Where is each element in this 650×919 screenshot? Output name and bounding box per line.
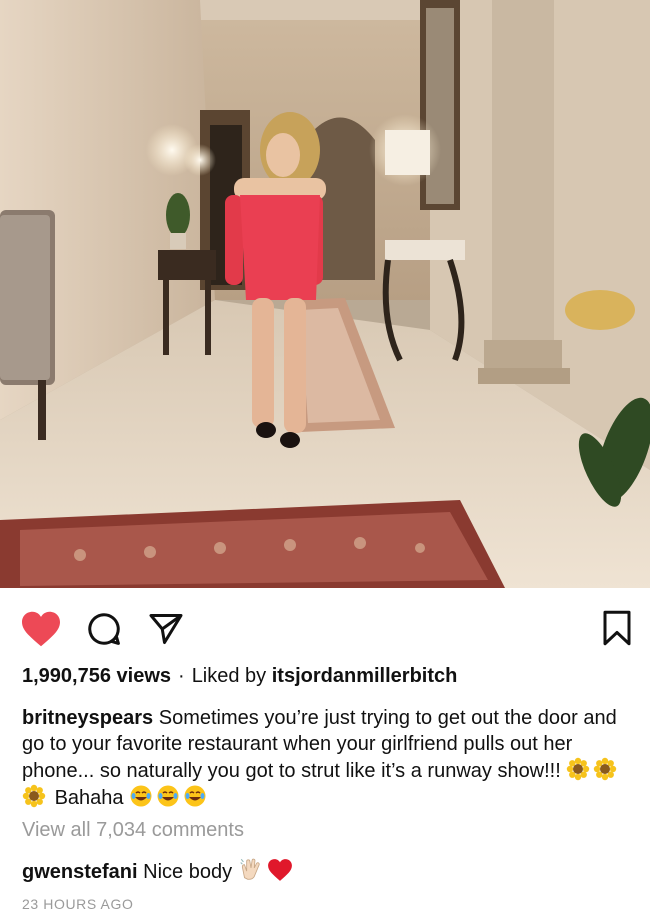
hallway-scene <box>0 0 650 588</box>
post-caption: britneyspears Sometimes you’re just tryi… <box>22 705 632 811</box>
tears-of-joy-icon <box>156 784 180 808</box>
tears-of-joy-icon <box>129 784 153 808</box>
sunflower-icon <box>22 784 46 808</box>
caption-bahaha: Bahaha <box>54 787 124 809</box>
post-timestamp: 23 HOURS AGO <box>22 896 134 912</box>
caption-username[interactable]: britneyspears <box>22 707 153 729</box>
tears-of-joy-icon <box>183 784 207 808</box>
liked-by-prefix: Liked by <box>191 665 267 687</box>
comment-icon[interactable] <box>86 611 122 647</box>
action-bar <box>0 600 650 656</box>
post-video[interactable] <box>0 0 650 588</box>
clapping-hands-icon <box>238 856 264 882</box>
views-line: 1,990,756 views · Liked by itsjordanmiller… <box>22 663 632 689</box>
comment-text: Nice body <box>143 861 233 883</box>
views-count[interactable]: 1,990,756 views <box>22 665 171 687</box>
comment-username[interactable]: gwenstefani <box>22 861 138 883</box>
comment-item: gwenstefani Nice body <box>22 856 632 886</box>
separator-dot: · <box>178 665 185 687</box>
sunflower-icon <box>593 757 617 781</box>
bookmark-icon[interactable] <box>602 610 632 646</box>
sunflower-icon <box>566 757 590 781</box>
share-icon[interactable] <box>148 611 184 647</box>
red-heart-icon <box>267 858 293 882</box>
heart-icon[interactable] <box>20 610 62 648</box>
view-all-comments-link[interactable]: View all 7,034 comments <box>22 817 632 843</box>
liked-by-user[interactable]: itsjordanmillerbitch <box>272 665 458 687</box>
